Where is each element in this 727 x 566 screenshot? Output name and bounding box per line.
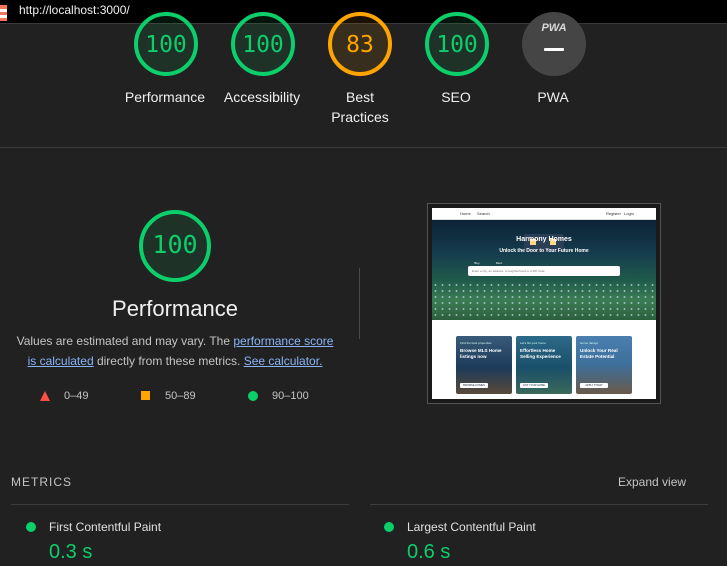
performance-description: Values are estimated and may vary. The p…: [12, 331, 338, 371]
thumb-nav-item: Register: [606, 211, 621, 216]
thumb-nav-item: Login: [624, 211, 634, 216]
thumb-card: Home ratings Unlock Your Real Estate Pot…: [576, 336, 632, 394]
thumb-card-button: LIST YOUR HOME: [520, 383, 548, 388]
thumb-card-title: Browse MLS Home listings now: [460, 348, 502, 359]
calculator-link[interactable]: See calculator.: [244, 354, 323, 368]
thumb-card: Let's list your home Effortless Home Sel…: [516, 336, 572, 394]
expand-view-button[interactable]: Expand view: [618, 475, 686, 489]
flowers-image: [432, 282, 656, 320]
thumb-card-tag: Home ratings: [580, 341, 598, 345]
pass-circle-icon: [26, 522, 36, 532]
performance-score: 100: [152, 230, 198, 259]
metric-value: 0.6 s: [407, 541, 451, 563]
legend-fail: 0–49: [40, 389, 100, 403]
thumb-card-button: APPLY TODAY: [580, 383, 608, 388]
gauge-label: PWA: [537, 89, 569, 105]
metric-value: 0.3 s: [49, 541, 93, 563]
gauge-value: 100: [145, 32, 187, 58]
circle-icon: [248, 391, 258, 401]
legend-range: 90–100: [272, 390, 309, 402]
thumb-nav: Home Search Register Login: [432, 208, 656, 220]
pass-circle-icon: [384, 522, 394, 532]
metric-label: First Contentful Paint: [49, 520, 162, 534]
section-divider: [0, 147, 727, 148]
url-text: http://localhost:3000/: [19, 3, 130, 17]
legend-average: 50–89: [141, 389, 211, 403]
pwa-logo-text: PWA: [541, 22, 567, 34]
desc-text: directly from these metrics.: [96, 354, 241, 368]
pwa-badge: PWA: [522, 12, 586, 76]
gauge-label: Best Practices: [331, 89, 389, 125]
thumb-nav-item: Home: [460, 211, 471, 216]
legend-pass: 90–100: [248, 389, 328, 403]
gauge-label: Accessibility: [223, 89, 301, 105]
thumb-hero-subtitle: Unlock the Door to Your Future Home: [499, 248, 589, 254]
legend-range: 0–49: [64, 390, 89, 402]
gauge-value: 83: [346, 32, 374, 58]
screenshot-image: Home Search Register Login Harmony Homes…: [432, 208, 656, 399]
triangle-icon: [40, 391, 50, 401]
metric-divider: [11, 504, 349, 505]
thumb-card: Find the best properties Browse MLS Home…: [456, 336, 512, 394]
metrics-heading: METRICS: [11, 475, 72, 489]
thumb-search: Enter a city, an address, a neighborhood…: [468, 266, 620, 276]
gauge-label: SEO: [441, 89, 471, 105]
gauge-value: 100: [242, 32, 284, 58]
gauge-value: 100: [436, 32, 478, 58]
thumb-nav-item: Search: [477, 211, 490, 216]
final-screenshot[interactable]: Home Search Register Login Harmony Homes…: [427, 203, 661, 404]
thumb-card-tag: Find the best properties: [460, 341, 492, 345]
pwa-dash-icon: [544, 48, 564, 51]
desc-text: Values are estimated and may vary. The: [16, 334, 231, 348]
thumb-card-button: BROWSE HOMES: [460, 383, 488, 388]
vertical-divider: [359, 268, 360, 339]
square-icon: [141, 391, 150, 400]
metric-divider: [370, 504, 708, 505]
lighthouse-logo-icon: [0, 5, 7, 21]
thumb-card-tag: Let's list your home: [520, 341, 546, 345]
thumb-card-title: Effortless Home Selling Experience: [520, 348, 561, 359]
legend-range: 50–89: [165, 390, 196, 402]
gauge-label: Performance: [124, 89, 206, 105]
performance-title: Performance: [112, 296, 238, 321]
metric-label: Largest Contentful Paint: [407, 520, 536, 534]
thumb-card-title: Unlock Your Real Estate Potential: [580, 348, 618, 359]
thumb-hero-title: Harmony Homes: [516, 236, 572, 243]
